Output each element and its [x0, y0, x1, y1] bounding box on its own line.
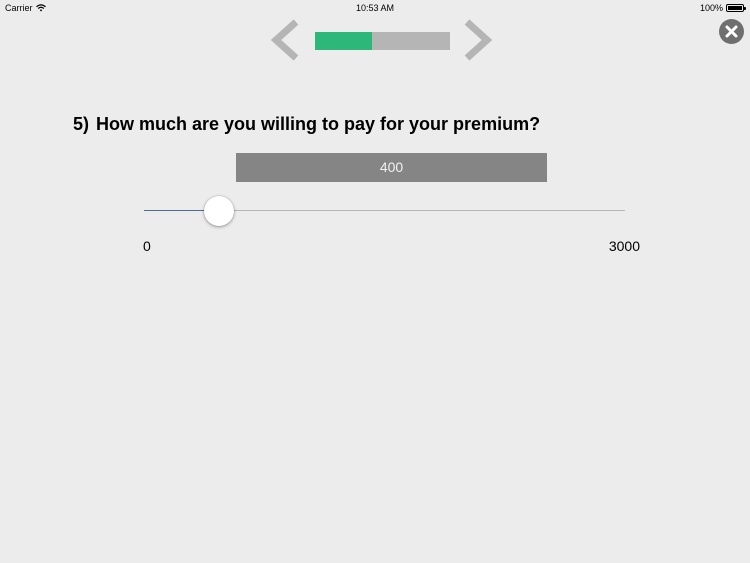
close-icon	[725, 25, 738, 38]
premium-slider[interactable]	[144, 195, 625, 227]
battery-indicator: 100%	[699, 3, 746, 13]
close-button[interactable]	[719, 19, 744, 44]
question-number: 5)	[73, 114, 90, 134]
slider-max-label: 3000	[608, 238, 640, 254]
question-heading: 5) How much are you willing to pay for y…	[73, 114, 540, 135]
chevron-left-icon	[270, 19, 299, 61]
slider-value-display: 400	[236, 153, 547, 182]
previous-question-button[interactable]	[268, 18, 300, 62]
battery-icon	[726, 4, 746, 12]
chevron-right-icon	[464, 19, 493, 61]
next-question-button[interactable]	[463, 18, 495, 62]
progress-bar	[315, 32, 450, 50]
status-bar: Carrier 10:53 AM 100%	[0, 0, 750, 16]
slider-min-label: 0	[143, 238, 151, 254]
status-time: 10:53 AM	[355, 3, 395, 13]
battery-percent: 100%	[699, 3, 723, 13]
slider-thumb[interactable]	[204, 196, 235, 226]
progress-bar-fill	[315, 32, 372, 50]
question-text: How much are you willing to pay for your…	[96, 114, 541, 134]
